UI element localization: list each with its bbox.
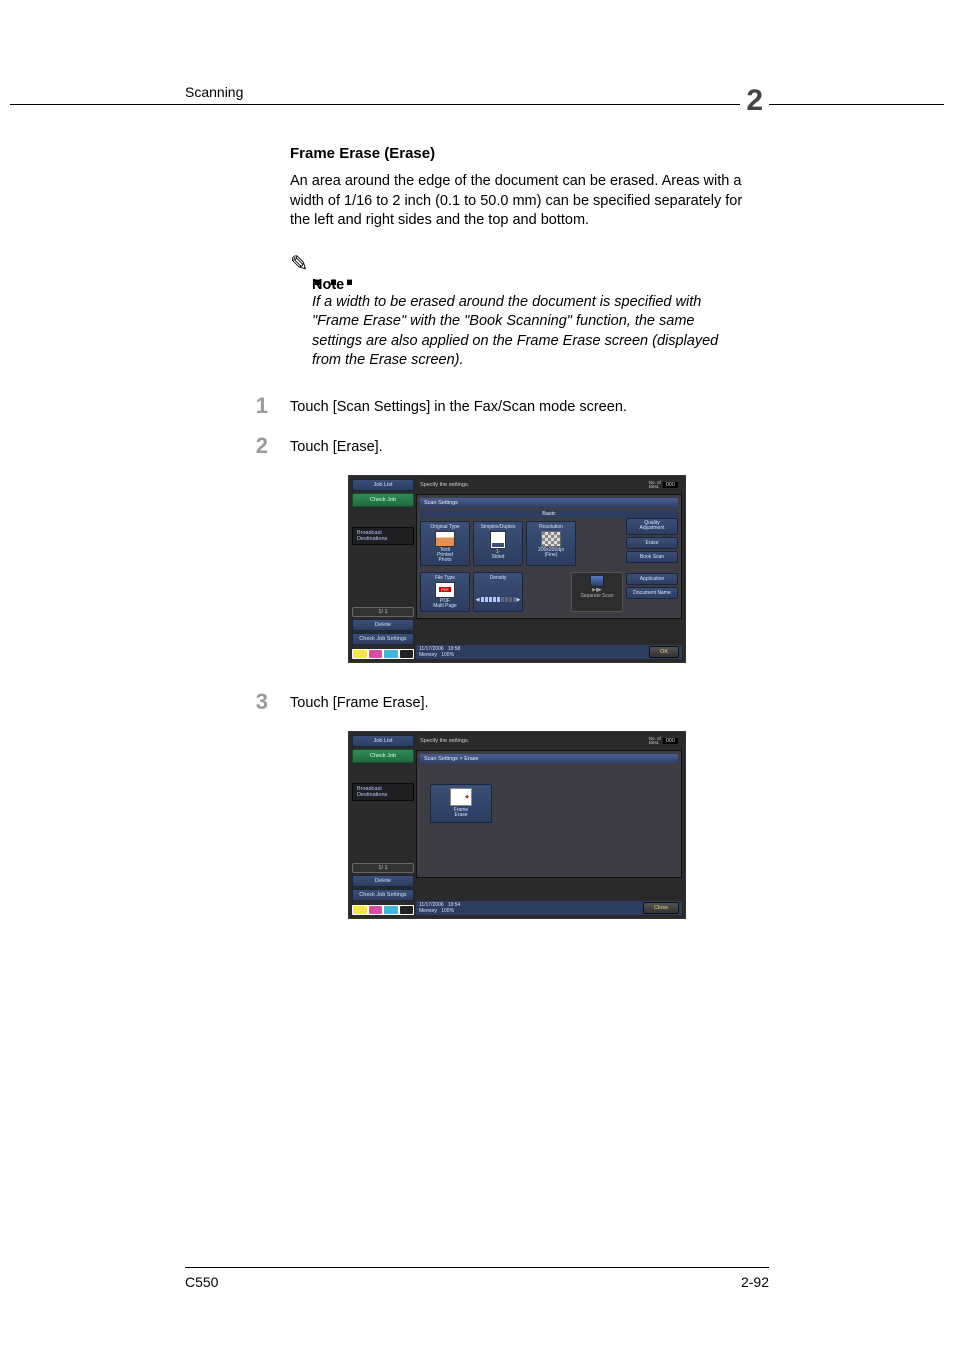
side-buttons: Quality Adjustment Erase Book Scan Appli… (626, 518, 678, 615)
step-number: 1 (248, 395, 268, 417)
content-area: Frame Erase (Erase) An area around the e… (0, 145, 954, 919)
section-body: An area around the edge of the document … (290, 172, 744, 231)
footer-model: C550 (185, 1274, 218, 1290)
job-list-button[interactable]: Job List (352, 735, 414, 747)
job-list-button[interactable]: Job List (352, 479, 414, 491)
separate-scan-icon (590, 575, 604, 587)
erase-button[interactable]: Erase (626, 537, 678, 549)
density-indicator: ◀▶ (476, 597, 521, 603)
m-key[interactable] (369, 906, 383, 914)
screenshot-scan-settings: Job List Check Job Broadcast Destination… (348, 475, 686, 663)
page-indicator: 1/ 1 (352, 607, 414, 617)
close-button[interactable]: Close (643, 902, 679, 914)
original-type-icon (435, 531, 455, 547)
panel-title: Scan Settings (420, 498, 678, 508)
pdf-icon: PDF (435, 582, 455, 598)
footer-page: 2-92 (741, 1274, 769, 1290)
chapter-number: 2 (740, 84, 769, 118)
y-key[interactable] (353, 906, 367, 914)
step-2: 2 Touch [Erase]. (248, 435, 744, 457)
page: Scanning 2 Frame Erase (Erase) An area a… (0, 0, 954, 1350)
broadcast-destinations-label: Broadcast Destinations (352, 783, 414, 801)
prompt-bar: Specify the settings. No. of Dest. 000 (416, 735, 682, 748)
step-1: 1 Touch [Scan Settings] in the Fax/Scan … (248, 395, 744, 417)
color-key-bar (352, 905, 414, 915)
page-header: Scanning 2 (10, 70, 944, 105)
document-name-button[interactable]: Document Name (626, 587, 678, 599)
check-job-button[interactable]: Check Job (352, 749, 414, 763)
step-text: Touch [Scan Settings] in the Fax/Scan mo… (290, 395, 627, 417)
m-key[interactable] (369, 650, 383, 658)
c-key[interactable] (384, 650, 398, 658)
erase-panel: Scan Settings > Erase ◆ Frame Erase (416, 750, 682, 878)
delete-button[interactable]: Delete (352, 875, 414, 887)
note-label: Note (312, 277, 744, 293)
color-key-bar (352, 649, 414, 659)
density-tile[interactable]: Density ◀▶ (473, 572, 523, 612)
quality-adjustment-button[interactable]: Quality Adjustment (626, 518, 678, 535)
tile-row-2: File Type PDF PDF Multi Page Density ◀ (420, 569, 623, 615)
status-bar: 11/17/2006 19:58 Memory 100% OK (416, 645, 682, 659)
check-job-button[interactable]: Check Job (352, 493, 414, 507)
prompt-text: Specify the settings. (420, 738, 469, 744)
page-indicator: 1/ 1 (352, 863, 414, 873)
note-text: If a width to be erased around the docum… (312, 293, 744, 371)
step-text: Touch [Frame Erase]. (290, 691, 429, 713)
simplex-duplex-tile[interactable]: Simplex/Duplex 1- Sided (473, 521, 523, 566)
step-3: 3 Touch [Frame Erase]. (248, 691, 744, 713)
y-key[interactable] (353, 650, 367, 658)
tile-row-1: Original Type Text/ Printed Photo Simple… (420, 518, 623, 569)
prompt-bar: Specify the settings. No. of Dest. 000 (416, 479, 682, 492)
frame-erase-button[interactable]: ◆ Frame Erase (430, 784, 492, 823)
application-button[interactable]: Application (626, 573, 678, 585)
status-bar: 11/17/2006 19:54 Memory 100% Close (416, 901, 682, 915)
file-type-tile[interactable]: File Type PDF PDF Multi Page (420, 572, 470, 612)
separate-scan-tile[interactable]: ▶▮▶ Separate Scan (571, 572, 623, 612)
destinations-badge: No. of Dest. 000 (649, 481, 678, 490)
broadcast-destinations-label: Broadcast Destinations (352, 527, 414, 545)
destinations-badge: No. of Dest. 000 (649, 737, 678, 746)
resolution-tile[interactable]: Resolution 200x200dpi (Fine) (526, 521, 576, 566)
ok-button[interactable]: OK (649, 646, 679, 658)
resolution-icon (541, 531, 561, 547)
check-job-settings-button[interactable]: Check Job Settings (352, 889, 414, 901)
pencil-icon: ✎ (290, 251, 308, 277)
note-icon-row: ✎ ... (290, 251, 744, 277)
simplex-icon (490, 531, 506, 549)
step-number: 2 (248, 435, 268, 457)
c-key[interactable] (384, 906, 398, 914)
book-scan-button[interactable]: Book Scan (626, 551, 678, 563)
screenshot-erase: Job List Check Job Broadcast Destination… (348, 731, 686, 919)
breadcrumb-bar: Scan Settings > Erase (420, 754, 678, 764)
basic-tab[interactable]: Basic (420, 510, 678, 518)
delete-button[interactable]: Delete (352, 619, 414, 631)
original-type-tile[interactable]: Original Type Text/ Printed Photo (420, 521, 470, 566)
check-job-settings-button[interactable]: Check Job Settings (352, 633, 414, 645)
k-key[interactable] (400, 650, 414, 658)
section-title: Frame Erase (Erase) (290, 145, 744, 162)
k-key[interactable] (400, 906, 414, 914)
step-text: Touch [Erase]. (290, 435, 383, 457)
frame-erase-icon: ◆ (450, 788, 472, 806)
step-number: 3 (248, 691, 268, 713)
header-section-name: Scanning (185, 84, 243, 104)
page-footer: C550 2-92 (185, 1267, 769, 1290)
scan-settings-panel: Scan Settings Basic Original Type Text/ … (416, 494, 682, 619)
prompt-text: Specify the settings. (420, 482, 469, 488)
